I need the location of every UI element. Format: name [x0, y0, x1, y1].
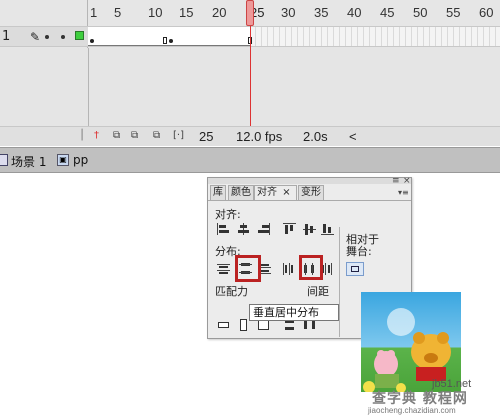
scene-icon[interactable]	[0, 154, 8, 166]
symbol-breadcrumb[interactable]: pp	[73, 153, 88, 167]
align-bottom-button[interactable]	[321, 223, 335, 235]
ruler-number: 20	[212, 5, 227, 20]
timeline-panel: ◉ ■ 1 5 10 15 20 25 30 35 40 45 50 55 60…	[0, 0, 500, 126]
keyframe-marker[interactable]	[90, 39, 94, 43]
ruler-number: 1	[90, 5, 98, 20]
spacing-label: 间距	[307, 285, 329, 298]
highlight-distribute-horizontal-center	[299, 255, 323, 280]
scrollbar-separator: │	[79, 130, 86, 141]
tooltip: 垂直居中分布	[249, 304, 339, 321]
tab-library[interactable]: 库	[210, 185, 226, 200]
ruler-number: 60	[479, 5, 494, 20]
onion-outline-icon[interactable]: ⧉	[131, 130, 138, 142]
match-width-button[interactable]	[217, 319, 231, 331]
center-frame-icon[interactable]: †	[94, 130, 99, 142]
keyframe-marker[interactable]	[169, 39, 173, 43]
keyframe-end-marker[interactable]	[163, 37, 167, 44]
current-frame: 25	[199, 129, 214, 144]
modify-markers-icon[interactable]: [·]	[173, 130, 184, 142]
ruler-number: 55	[446, 5, 461, 20]
ruler-number: 5	[114, 5, 122, 20]
watermark-url: jiaocheng.chazidian.com	[368, 406, 456, 415]
onion-skin-icon[interactable]: ⧉	[113, 130, 120, 142]
empty-frames[interactable]	[250, 27, 500, 46]
ruler-number: 15	[179, 5, 194, 20]
watermark-brand: 查字典 教程网	[372, 391, 468, 407]
tab-transform[interactable]: 变形	[298, 185, 324, 200]
tween-span[interactable]	[88, 27, 250, 46]
frame-ruler[interactable]: 1 5 10 15 20 25 30 35 40 45 50 55 60	[88, 0, 500, 26]
stage-bounds-icon	[351, 266, 359, 272]
edit-multiple-icon[interactable]: ⧉	[153, 130, 160, 142]
layer-color-swatch[interactable]	[75, 31, 84, 40]
ruler-number: 50	[413, 5, 428, 20]
ruler-number: 40	[347, 5, 362, 20]
distribute-left-button[interactable]	[282, 263, 296, 275]
match-size-label: 匹配力	[215, 285, 248, 298]
cartoon-illustration	[363, 308, 451, 392]
tab-align-label: 对齐	[257, 187, 277, 198]
panel-drag-bar[interactable]: ≡ ×	[208, 176, 411, 186]
frame-strip[interactable]	[88, 27, 500, 46]
lock-dot-icon[interactable]	[61, 35, 65, 39]
highlight-distribute-vertical-center	[235, 255, 261, 282]
align-vertical-center-button[interactable]	[303, 223, 317, 235]
scene-breadcrumb[interactable]: 场景 1	[11, 153, 46, 170]
align-label: 对齐:	[215, 208, 241, 221]
layer-name-cell[interactable]: 1 ✎	[0, 27, 88, 46]
frame-rate[interactable]: 12.0 fps	[236, 129, 282, 144]
scroll-left-icon[interactable]: <	[349, 129, 357, 144]
elapsed-time: 2.0s	[303, 129, 328, 144]
edit-bar: 场景 1 ▣ pp	[0, 147, 500, 173]
tab-color[interactable]: 颜色	[228, 185, 254, 200]
ruler-number: 45	[380, 5, 395, 20]
align-horizontal-center-button[interactable]	[237, 223, 251, 235]
distribute-top-button[interactable]	[217, 263, 231, 275]
playhead-line	[250, 26, 251, 126]
panel-menu-icon[interactable]: ▾≡	[398, 188, 409, 197]
symbol-icon: ▣	[57, 154, 69, 166]
pencil-icon: ✎	[30, 30, 41, 44]
align-right-button[interactable]	[257, 223, 271, 235]
distribute-right-button[interactable]	[321, 263, 335, 275]
ruler-number: 30	[281, 5, 296, 20]
panel-tabs: 库 颜色 对齐 × 变形 ▾≡	[210, 185, 410, 200]
column-divider	[88, 48, 89, 126]
ruler-number: 10	[148, 5, 163, 20]
timeline-status-bar: │ † ⧉ ⧉ ⧉ [·] 25 12.0 fps 2.0s <	[0, 126, 500, 146]
align-top-button[interactable]	[283, 223, 297, 235]
cartoon-image[interactable]	[361, 292, 461, 392]
tab-align[interactable]: 对齐 ×	[254, 185, 297, 200]
relative-to-stage-toggle[interactable]	[346, 262, 364, 276]
tab-close-icon[interactable]: ×	[282, 187, 290, 198]
relative-to-stage-label-2: 舞台:	[346, 245, 372, 258]
layer-number: 1	[2, 29, 11, 44]
align-left-button[interactable]	[217, 223, 231, 235]
flash-ide-window: ◉ ■ 1 5 10 15 20 25 30 35 40 45 50 55 60…	[0, 0, 500, 417]
ruler-number: 35	[314, 5, 329, 20]
playhead-handle[interactable]	[246, 0, 254, 26]
panel-divider	[339, 227, 340, 337]
visibility-dot-icon[interactable]	[45, 35, 49, 39]
